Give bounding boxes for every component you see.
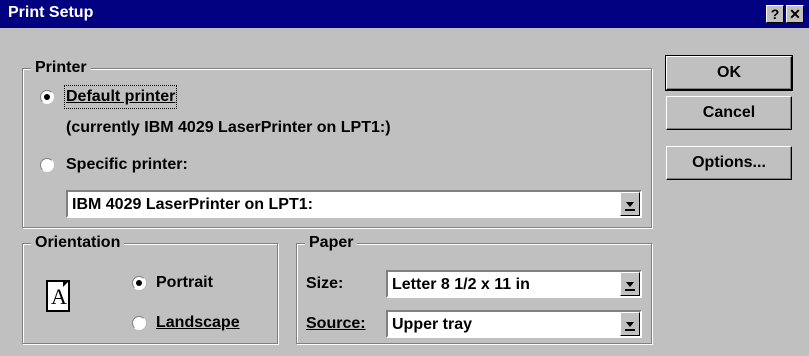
chevron-down-icon[interactable] <box>620 272 640 296</box>
printer-legend: Printer <box>31 58 91 78</box>
ok-button[interactable]: OK <box>665 55 793 91</box>
paper-size-value: Letter 8 1/2 x 11 in <box>392 276 530 293</box>
paper-legend: Paper <box>305 233 358 253</box>
specific-printer-radio[interactable] <box>40 158 54 172</box>
default-printer-note: (currently IBM 4029 LaserPrinter on LPT1… <box>66 119 391 136</box>
radio-selected-dot <box>44 94 50 100</box>
window-title: Print Setup <box>8 4 94 21</box>
chevron-down-icon[interactable] <box>620 192 640 216</box>
source-label: Source: <box>306 315 366 332</box>
title-bar: Print Setup ? ✕ <box>0 0 809 28</box>
default-printer-radio[interactable] <box>40 90 54 104</box>
specific-printer-label[interactable]: Specific printer: <box>66 155 188 175</box>
specific-printer-select[interactable]: IBM 4029 LaserPrinter on LPT1: <box>66 190 642 218</box>
close-button[interactable]: ✕ <box>786 5 804 23</box>
specific-printer-value: IBM 4029 LaserPrinter on LPT1: <box>72 196 313 213</box>
portrait-radio[interactable] <box>132 276 146 290</box>
radio-selected-dot <box>136 280 142 286</box>
landscape-radio[interactable] <box>132 316 146 330</box>
paper-size-select[interactable]: Letter 8 1/2 x 11 in <box>386 270 642 298</box>
size-label: Size: <box>306 275 344 292</box>
help-button[interactable]: ? <box>766 5 784 23</box>
orientation-legend: Orientation <box>31 233 125 253</box>
default-printer-label[interactable]: Default printer <box>63 85 178 109</box>
options-button[interactable]: Options... <box>666 146 792 180</box>
paper-source-value: Upper tray <box>392 316 473 333</box>
chevron-down-icon[interactable] <box>620 312 640 336</box>
portrait-label[interactable]: Portrait <box>156 273 213 293</box>
paper-source-select[interactable]: Upper tray <box>386 310 642 338</box>
cancel-button[interactable]: Cancel <box>666 96 792 130</box>
landscape-label[interactable]: Landscape <box>156 313 240 333</box>
page-letter: A <box>51 284 67 309</box>
portrait-page-icon: A <box>46 280 70 312</box>
